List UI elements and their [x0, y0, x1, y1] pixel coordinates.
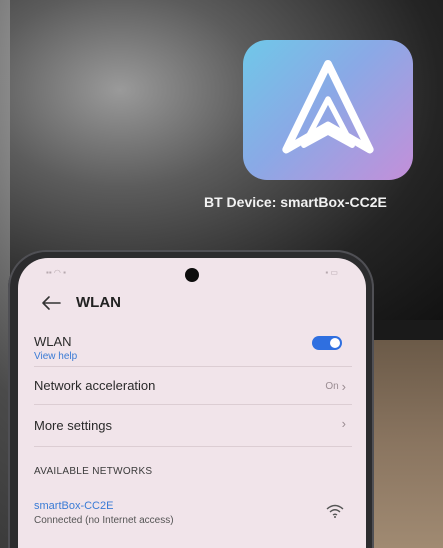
chevron-right-icon: › — [341, 379, 346, 394]
photo-scene: BT Device: smartBox-CC2E ▪▪ ◠ ▪ ▪ ▭ WLAN… — [0, 0, 443, 548]
network-acceleration-row[interactable]: Network acceleration — [34, 378, 352, 393]
network-name: smartBox-CC2E — [34, 500, 114, 512]
network-acceleration-label: Network acceleration — [34, 378, 156, 393]
android-auto-icon — [243, 40, 413, 180]
back-arrow-icon[interactable] — [40, 295, 62, 311]
wifi-icon — [326, 504, 344, 518]
more-settings-row[interactable]: More settings — [34, 418, 352, 433]
wlan-row[interactable]: WLAN View help — [34, 334, 352, 362]
divider — [34, 366, 352, 367]
chevron-right-icon: › — [341, 416, 346, 431]
more-settings-label: More settings — [34, 418, 113, 433]
divider — [34, 446, 352, 447]
more-settings-chevron: › — [339, 416, 346, 431]
wlan-header: WLAN — [40, 294, 121, 311]
status-right: ▪ ▭ — [325, 268, 338, 277]
front-camera — [185, 268, 199, 282]
network-item[interactable]: smartBox-CC2E Connected (no Internet acc… — [34, 500, 352, 526]
page-title: WLAN — [76, 294, 121, 311]
divider — [34, 404, 352, 405]
view-help-link[interactable]: View help — [34, 351, 352, 362]
wlan-label: WLAN — [34, 334, 72, 349]
network-acceleration-status: On — [325, 381, 339, 392]
status-left: ▪▪ ◠ ▪ — [46, 268, 66, 277]
bt-device-label: BT Device: smartBox-CC2E — [204, 194, 387, 210]
available-networks-heading: AVAILABLE NETWORKS — [34, 466, 153, 477]
phone-screen: ▪▪ ◠ ▪ ▪ ▭ WLAN WLAN View help Network a… — [18, 258, 366, 548]
network-status: Connected (no Internet access) — [34, 515, 174, 526]
wlan-toggle[interactable] — [312, 336, 342, 350]
toggle-knob — [330, 338, 340, 348]
network-acceleration-value: On › — [325, 379, 346, 394]
